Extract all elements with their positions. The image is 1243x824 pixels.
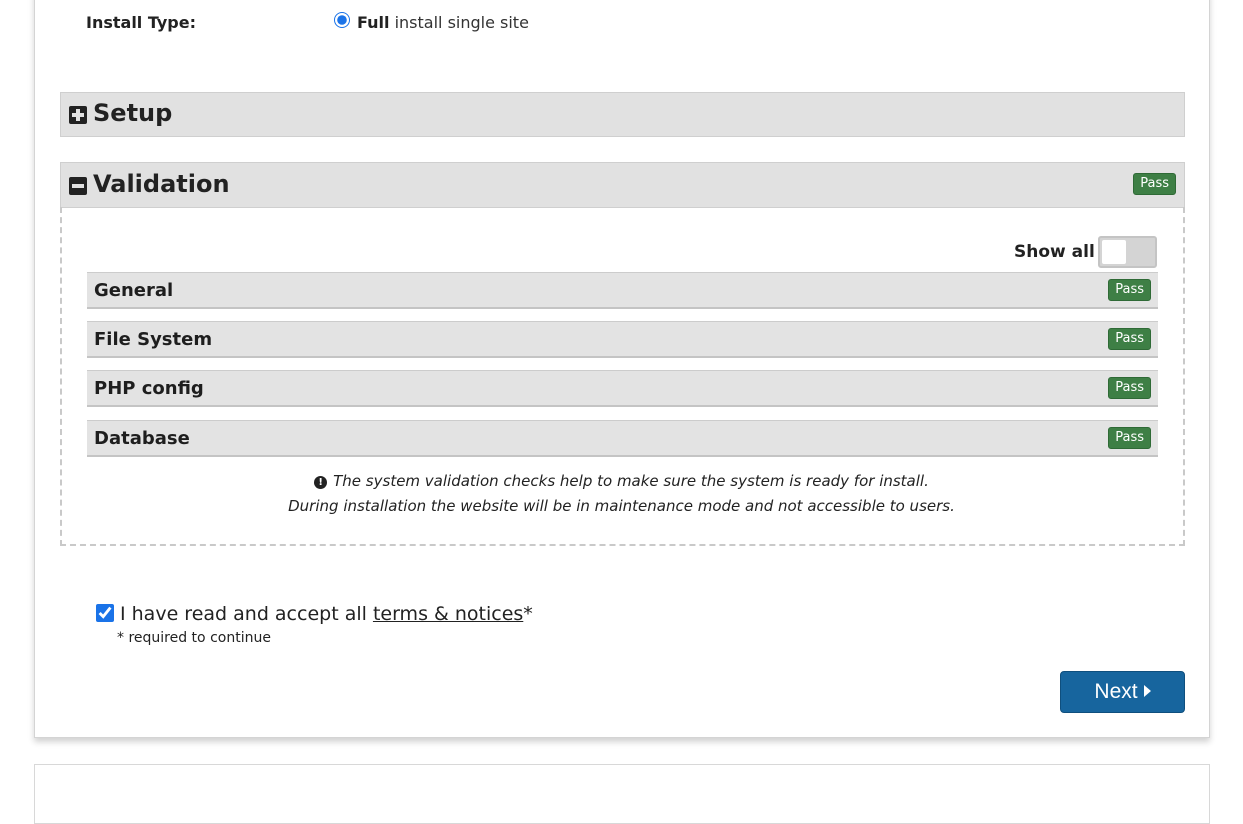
check-label: Database bbox=[94, 428, 190, 449]
validation-info-line-1: ! The system validation checks help to ma… bbox=[0, 472, 1243, 490]
check-status-badge: Pass bbox=[1108, 377, 1151, 399]
check-status-badge: Pass bbox=[1108, 427, 1151, 449]
next-button[interactable]: Next bbox=[1060, 671, 1185, 713]
caret-right-icon bbox=[1143, 685, 1151, 697]
validation-info-line-2: During installation the website will be … bbox=[288, 497, 955, 515]
check-row-php-config[interactable]: PHP config Pass bbox=[87, 370, 1158, 407]
install-type-label: Install Type: bbox=[86, 13, 196, 32]
minus-square-icon bbox=[69, 177, 87, 195]
toggle-knob bbox=[1102, 240, 1126, 264]
required-asterisk: * bbox=[523, 603, 533, 625]
validation-title: Validation bbox=[93, 170, 230, 198]
next-button-label: Next bbox=[1094, 680, 1138, 703]
setup-section-header[interactable]: Setup bbox=[60, 92, 1185, 137]
footer-card bbox=[34, 764, 1210, 824]
validation-status-badge: Pass bbox=[1133, 173, 1176, 195]
info-text-1: The system validation checks help to mak… bbox=[333, 472, 929, 490]
plus-square-icon bbox=[69, 106, 87, 124]
accept-terms-label: I have read and accept all terms & notic… bbox=[120, 603, 533, 625]
check-row-general[interactable]: General Pass bbox=[87, 272, 1158, 309]
exclamation-circle-icon: ! bbox=[314, 476, 328, 489]
install-option-bold: Full bbox=[357, 13, 390, 32]
required-note: * required to continue bbox=[117, 630, 271, 646]
check-row-file-system[interactable]: File System Pass bbox=[87, 321, 1158, 358]
validation-section-header[interactable]: Validation Pass bbox=[60, 162, 1185, 208]
show-all-toggle[interactable] bbox=[1098, 236, 1157, 268]
terms-notices-link[interactable]: terms & notices bbox=[373, 603, 523, 625]
check-label: General bbox=[94, 280, 174, 301]
accept-terms-text: I have read and accept all bbox=[120, 603, 373, 625]
show-all-label: Show all bbox=[1014, 242, 1095, 262]
check-row-database[interactable]: Database Pass bbox=[87, 420, 1158, 457]
install-option-rest: install single site bbox=[389, 13, 529, 32]
full-install-radio[interactable] bbox=[334, 12, 350, 28]
setup-title: Setup bbox=[93, 99, 173, 127]
check-label: PHP config bbox=[94, 378, 204, 399]
check-status-badge: Pass bbox=[1108, 328, 1151, 350]
accept-terms-checkbox[interactable] bbox=[96, 604, 114, 622]
check-label: File System bbox=[94, 329, 213, 350]
install-option-label[interactable]: Full install single site bbox=[357, 13, 529, 32]
check-status-badge: Pass bbox=[1108, 279, 1151, 301]
